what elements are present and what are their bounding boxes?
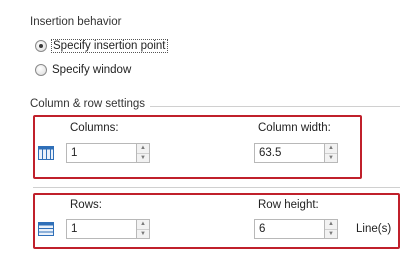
- column-width-label: Column width:: [258, 122, 331, 134]
- column-width-input[interactable]: [254, 143, 324, 163]
- radio-label-insertion-point[interactable]: Specify insertion point: [51, 39, 168, 53]
- column-row-settings-title: Column & row settings: [30, 98, 146, 110]
- radio-button-icon[interactable]: [35, 40, 47, 52]
- spin-down-icon[interactable]: ▼: [325, 152, 337, 163]
- insertion-behavior-title: Insertion behavior: [30, 16, 122, 28]
- rows-label: Rows:: [70, 199, 102, 211]
- column-width-spin-buttons[interactable]: ▲ ▼: [324, 143, 338, 163]
- row-height-unit: Line(s): [356, 223, 392, 235]
- section-divider: [150, 106, 400, 107]
- group-divider: [33, 187, 400, 188]
- radio-specify-window[interactable]: Specify window: [35, 64, 131, 76]
- spin-down-icon[interactable]: ▼: [137, 228, 149, 239]
- row-height-input[interactable]: [254, 219, 324, 239]
- radio-specify-insertion-point[interactable]: Specify insertion point: [35, 39, 168, 53]
- rows-spin-buttons[interactable]: ▲ ▼: [136, 219, 150, 239]
- spin-down-icon[interactable]: ▼: [325, 228, 337, 239]
- radio-button-icon[interactable]: [35, 64, 47, 76]
- columns-label: Columns:: [70, 122, 119, 134]
- spin-up-icon[interactable]: ▲: [137, 144, 149, 153]
- columns-input[interactable]: [66, 143, 136, 163]
- row-height-spin-buttons[interactable]: ▲ ▼: [324, 219, 338, 239]
- radio-label-window[interactable]: Specify window: [52, 64, 131, 76]
- spin-up-icon[interactable]: ▲: [137, 220, 149, 229]
- table-columns-icon: [38, 146, 54, 160]
- table-rows-icon: [38, 222, 54, 236]
- columns-spin-buttons[interactable]: ▲ ▼: [136, 143, 150, 163]
- spin-up-icon[interactable]: ▲: [325, 220, 337, 229]
- columns-spinner[interactable]: ▲ ▼: [66, 143, 150, 163]
- spin-up-icon[interactable]: ▲: [325, 144, 337, 153]
- row-height-spinner[interactable]: ▲ ▼: [254, 219, 338, 239]
- rows-input[interactable]: [66, 219, 136, 239]
- rows-spinner[interactable]: ▲ ▼: [66, 219, 150, 239]
- column-width-spinner[interactable]: ▲ ▼: [254, 143, 338, 163]
- row-height-label: Row height:: [258, 199, 319, 211]
- spin-down-icon[interactable]: ▼: [137, 152, 149, 163]
